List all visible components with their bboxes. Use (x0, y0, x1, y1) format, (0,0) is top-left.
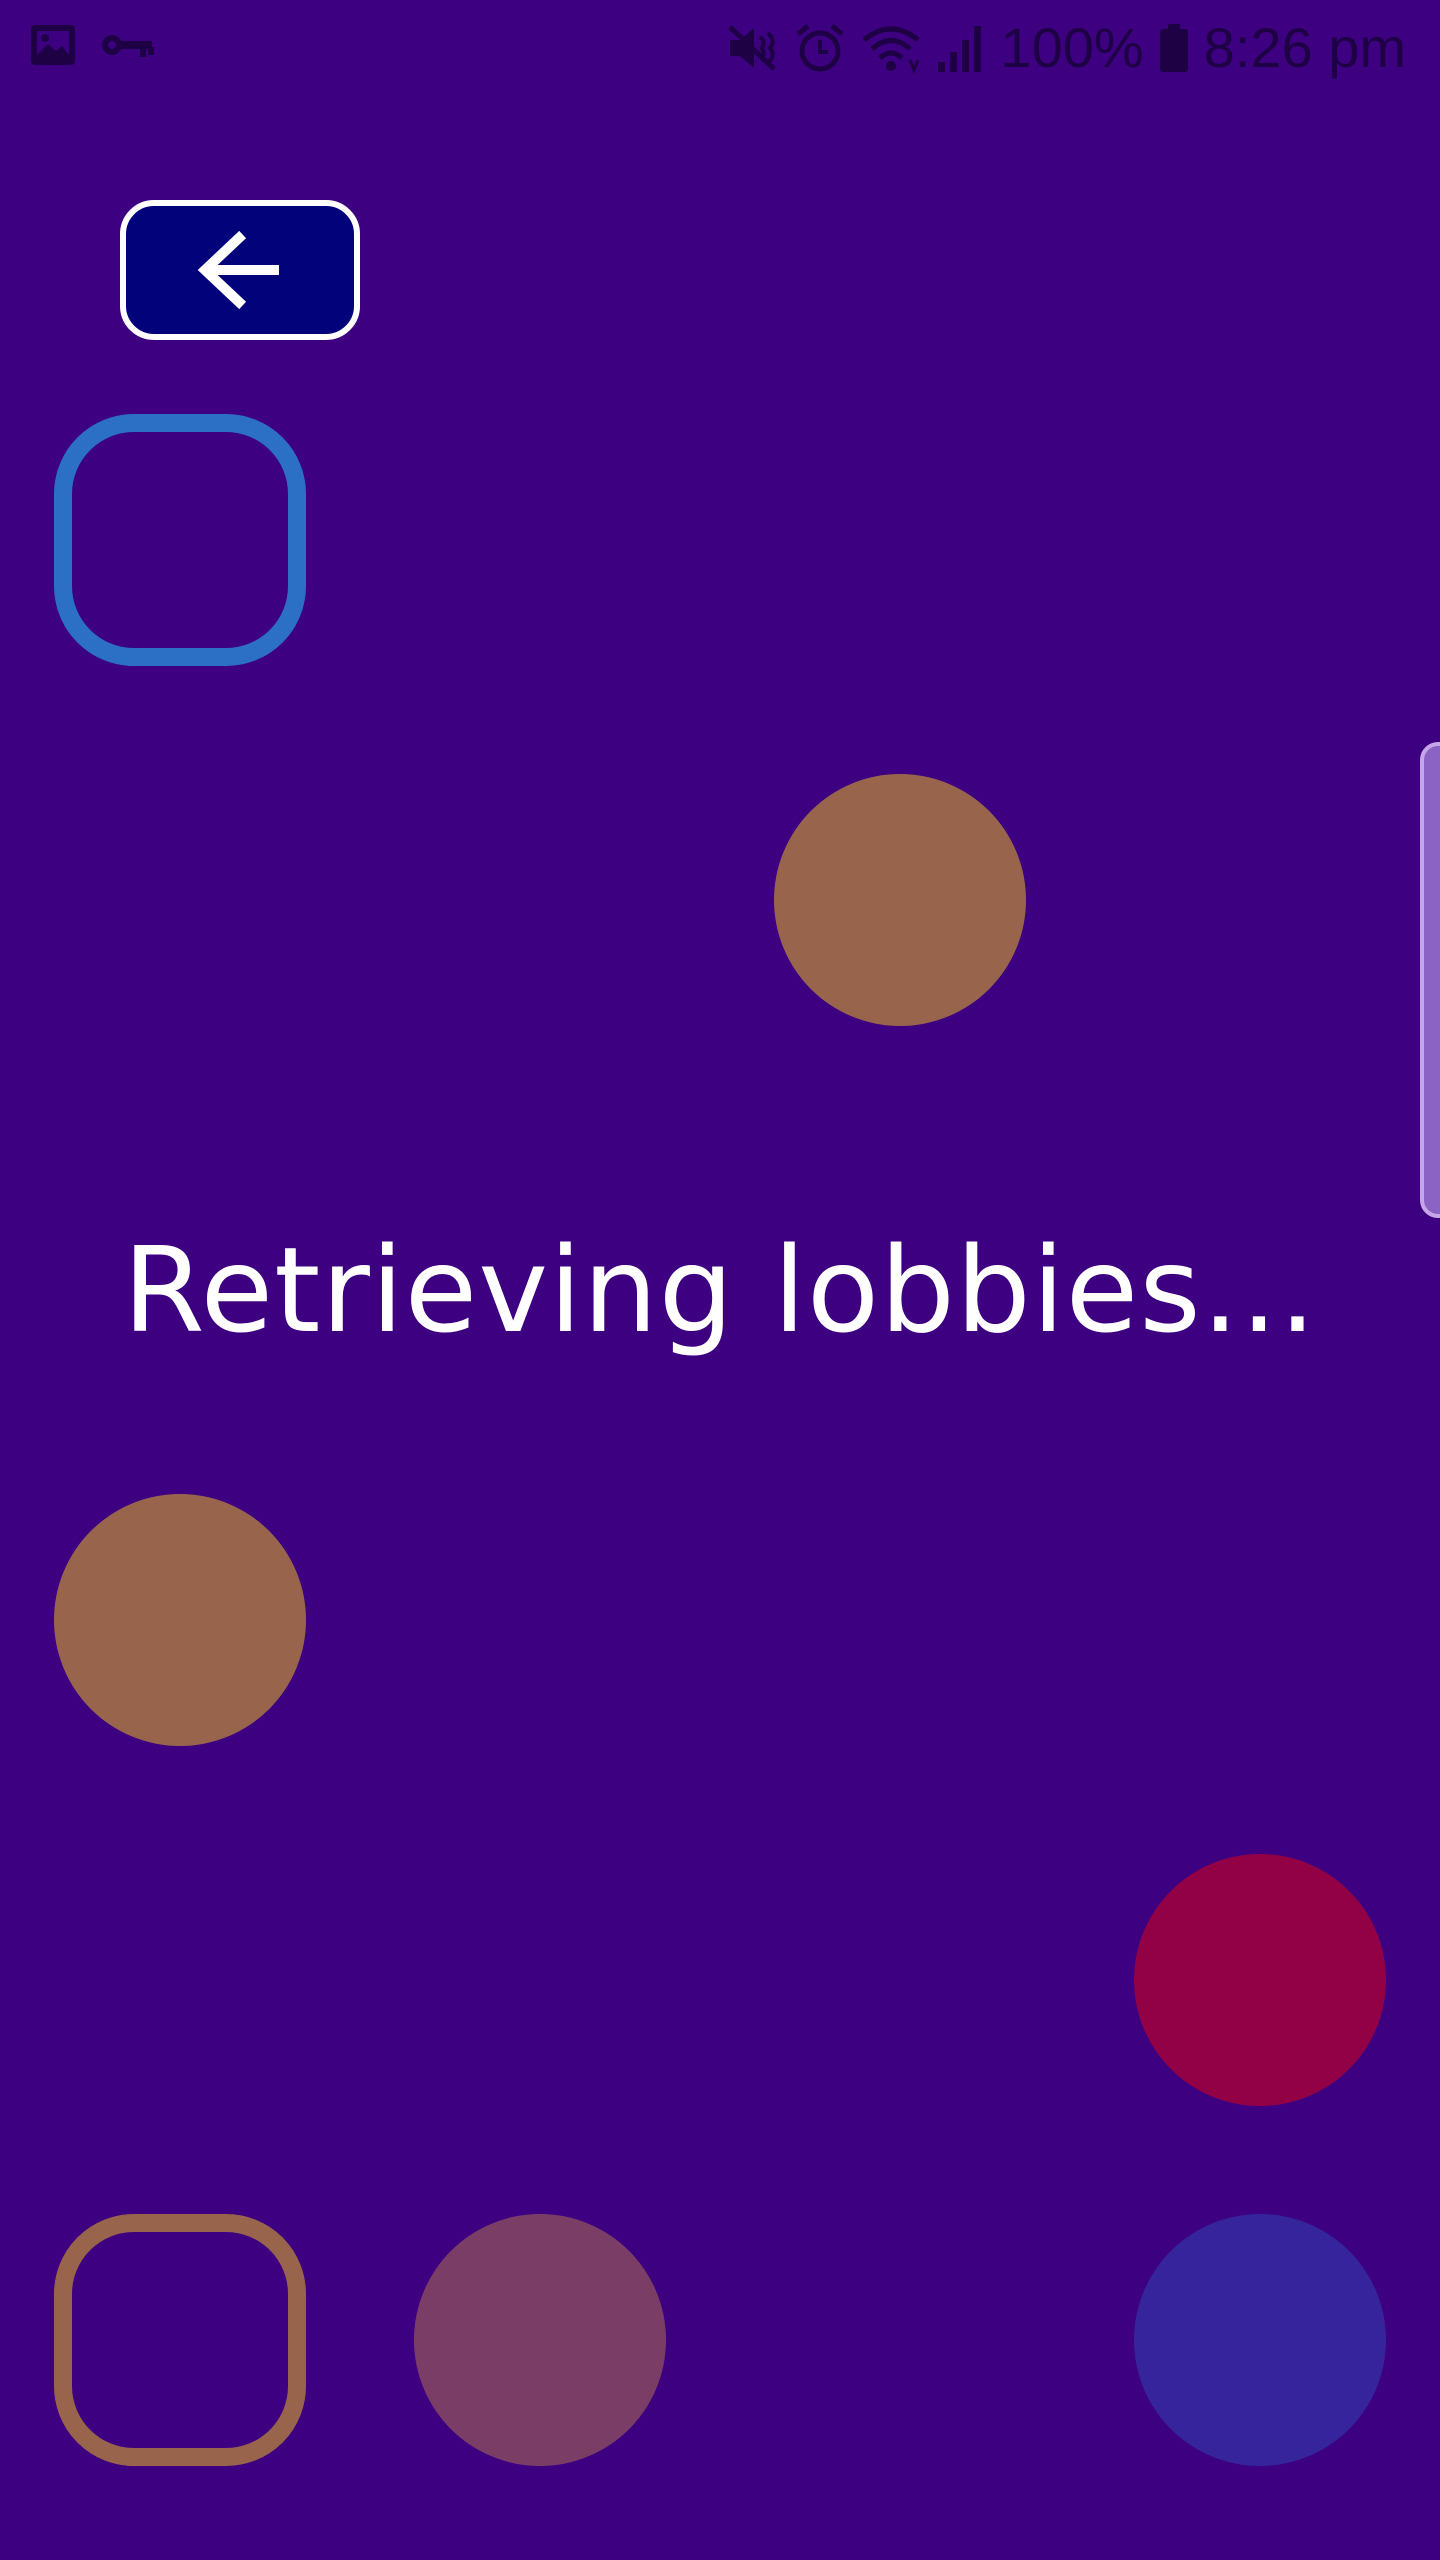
status-bar-left (28, 22, 156, 68)
back-button[interactable] (120, 200, 360, 340)
status-bar-right: 100% 8:26 pm (726, 14, 1406, 82)
crimson-circle (1134, 1854, 1386, 2106)
mauve-circle (414, 2214, 666, 2466)
key-icon (102, 35, 154, 57)
brown-circle-left (54, 1494, 306, 1746)
mute-icon (728, 25, 777, 71)
battery-icon (1159, 24, 1188, 72)
edge-panel-handle[interactable] (1420, 742, 1440, 1218)
status-bar: 100% 8:26 pm (0, 0, 1440, 96)
loading-message: Retrieving lobbies... (122, 1221, 1318, 1359)
image-icon (31, 25, 75, 65)
brown-circle-top (774, 774, 1026, 1026)
signal-icon (938, 26, 982, 72)
wifi-icon (862, 26, 921, 74)
arrow-left-icon (197, 230, 279, 310)
alarm-icon (796, 24, 844, 72)
brown-rounded-square-outline (54, 2214, 306, 2466)
indigo-circle (1134, 2214, 1386, 2466)
clock: 8:26 pm (1203, 16, 1406, 79)
battery-percent: 100% (1000, 16, 1144, 79)
blue-rounded-square-outline (54, 414, 306, 666)
